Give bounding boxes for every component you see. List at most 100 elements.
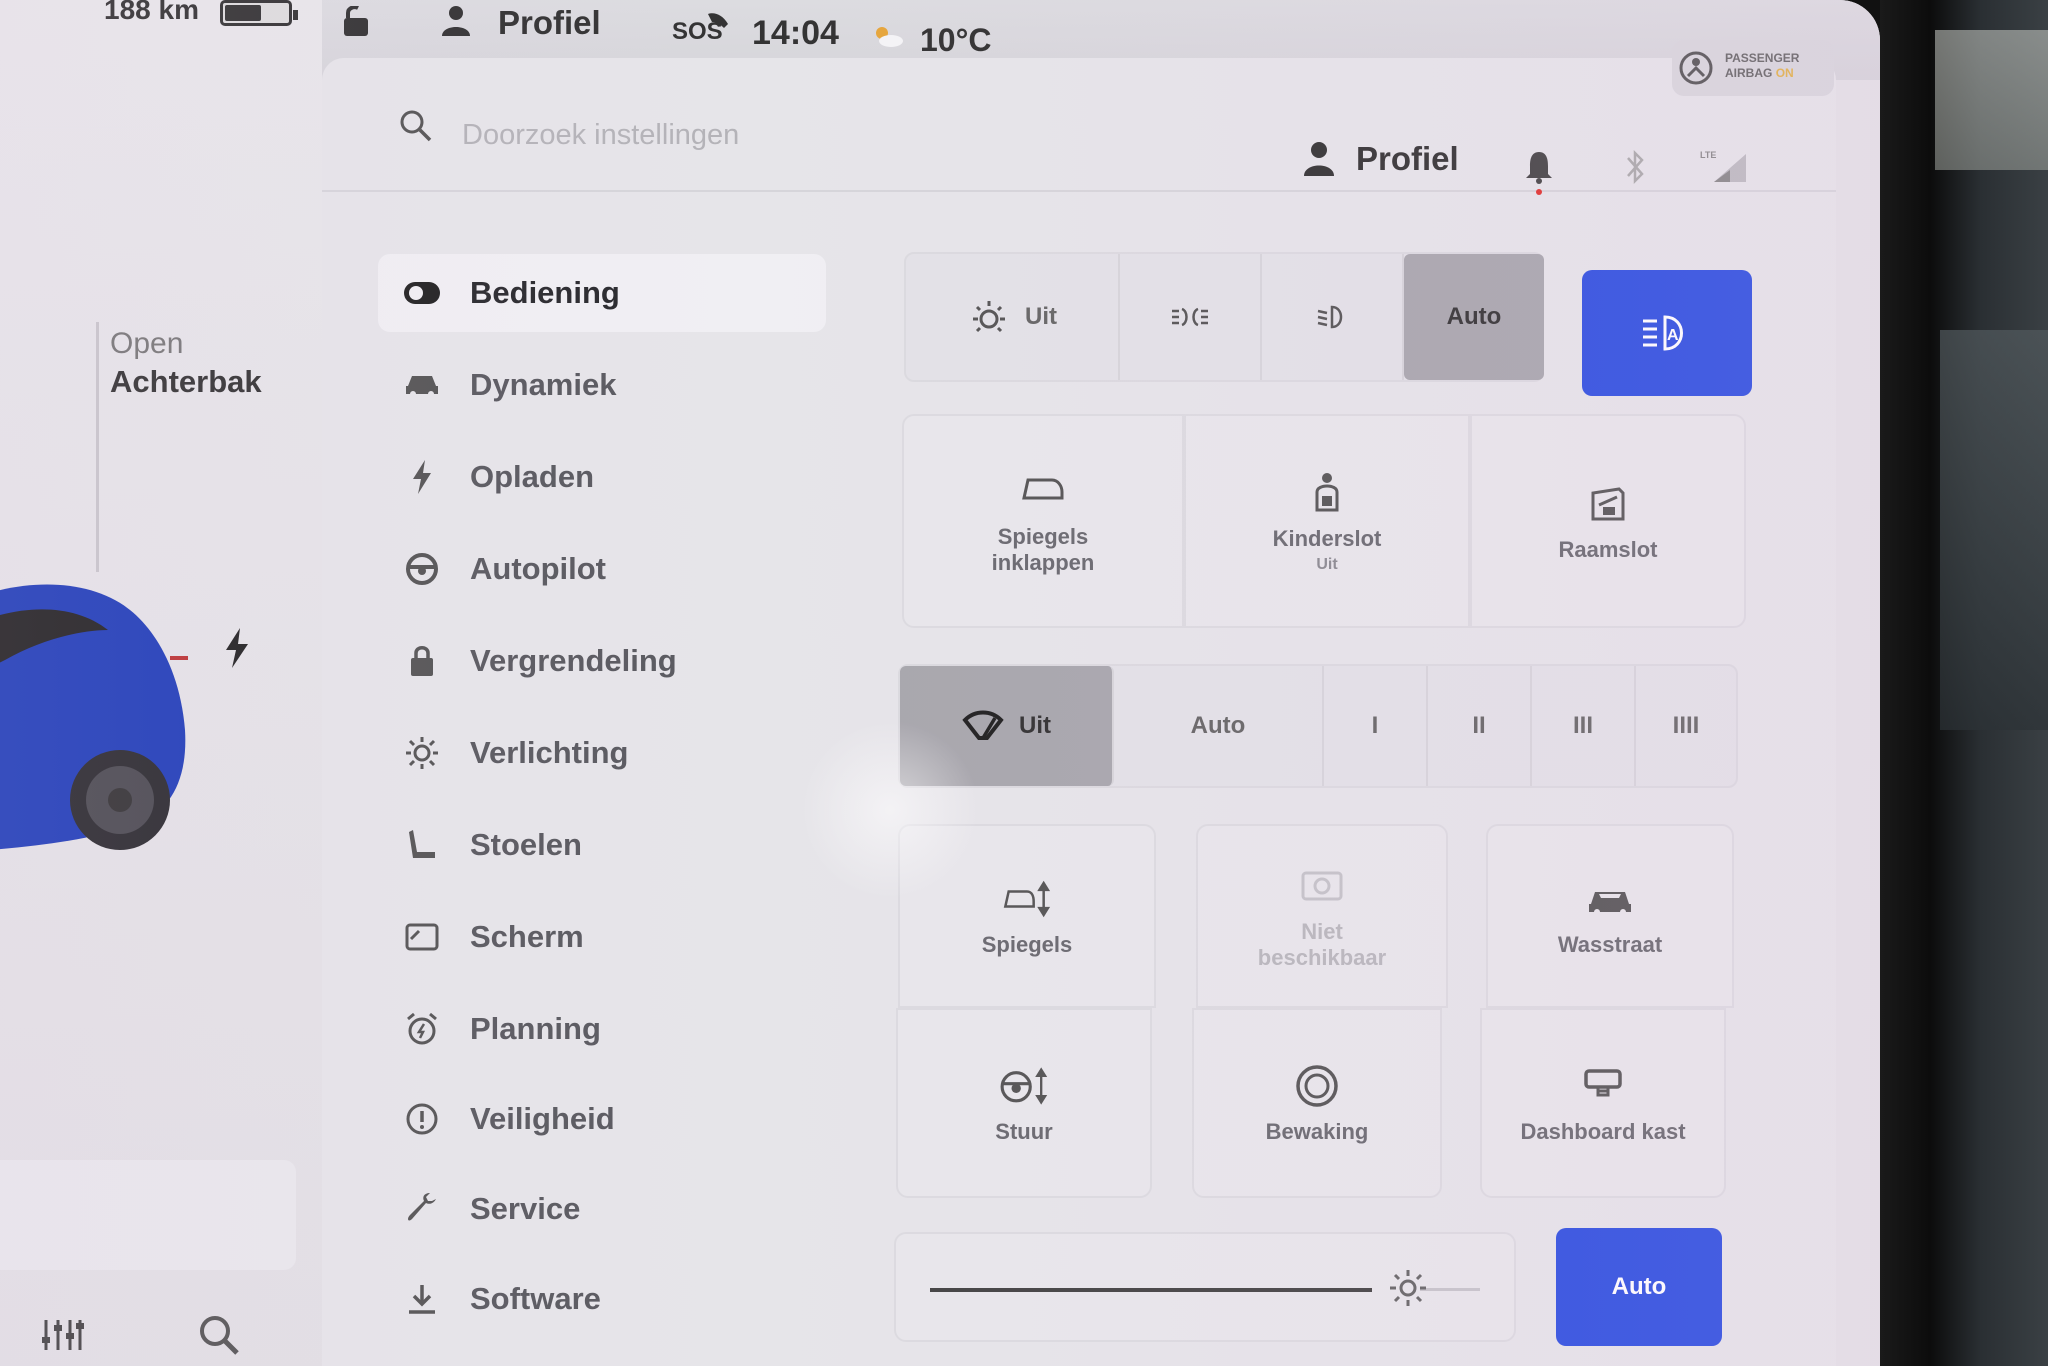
display-icon bbox=[402, 917, 442, 957]
sidebar-item-bediening[interactable]: Bediening bbox=[378, 254, 826, 332]
bluetooth-icon[interactable] bbox=[1622, 148, 1648, 186]
sidebar-item-software[interactable]: Software bbox=[378, 1260, 826, 1338]
car-interior bbox=[1940, 330, 2048, 730]
lock-icon bbox=[402, 641, 442, 681]
battery-icon bbox=[220, 0, 298, 26]
notification-bell-icon[interactable] bbox=[1524, 148, 1554, 196]
seat-icon bbox=[402, 825, 442, 865]
car-render[interactable] bbox=[0, 560, 200, 860]
steering-adjust-tile[interactable]: Stuur bbox=[896, 1008, 1152, 1198]
parking-lights-icon bbox=[1172, 307, 1208, 327]
sidebar-item-dynamiek[interactable]: Dynamiek bbox=[378, 346, 826, 424]
sidebar-item-stoelen[interactable]: Stoelen bbox=[378, 806, 826, 884]
low-beam-icon bbox=[1317, 305, 1343, 329]
lte-signal-icon: LTE bbox=[1700, 150, 1746, 182]
wiper-speed-4-label: IIII bbox=[1672, 712, 1700, 739]
dashcam-tile: Niet beschikbaar bbox=[1196, 824, 1448, 1008]
open-trunk-button[interactable]: Open Achterbak bbox=[110, 325, 262, 401]
clock: 14:04 bbox=[752, 14, 839, 52]
sidebar-item-autopilot[interactable]: Autopilot bbox=[378, 530, 826, 608]
car-icon bbox=[402, 365, 442, 405]
open-trunk-label-2: Achterbak bbox=[110, 364, 262, 399]
sidebar-item-label: Autopilot bbox=[470, 551, 607, 586]
auto-high-beam-icon: A bbox=[1643, 315, 1683, 351]
brightness-slider-remaining[interactable] bbox=[1420, 1288, 1480, 1291]
search-icon[interactable] bbox=[198, 1314, 240, 1356]
open-trunk-label-1: Open bbox=[110, 327, 184, 360]
profile-label[interactable]: Profiel bbox=[1356, 140, 1459, 178]
auto-high-beam-button[interactable]: A bbox=[1582, 270, 1752, 396]
sentry-mode-label: Bewaking bbox=[1265, 1119, 1369, 1144]
child-lock-label: Kinderslot bbox=[1272, 526, 1382, 551]
glovebox-tile[interactable]: Dashboard kast bbox=[1480, 1008, 1726, 1198]
sidebar-item-veiligheid[interactable]: Veiligheid bbox=[378, 1080, 826, 1158]
sidebar-item-planning[interactable]: Planning bbox=[378, 990, 826, 1068]
airbag-state: ON bbox=[1775, 66, 1794, 80]
lights-off-option[interactable]: Uit bbox=[906, 254, 1120, 380]
airbag-icon bbox=[1679, 51, 1713, 85]
steering-adjust-label: Stuur bbox=[995, 1119, 1053, 1144]
wiper-speed-3-option[interactable]: III bbox=[1532, 666, 1636, 786]
toggle-icon bbox=[402, 273, 442, 313]
brightness-icon[interactable] bbox=[1388, 1268, 1428, 1308]
sidebar-item-service[interactable]: Service bbox=[378, 1170, 826, 1248]
lights-auto-option[interactable]: Auto bbox=[1404, 254, 1544, 380]
sun-icon bbox=[402, 733, 442, 773]
sidebar-item-label: Service bbox=[470, 1191, 581, 1226]
brightness-slider[interactable] bbox=[930, 1288, 1372, 1292]
car-wash-tile[interactable]: Wasstraat bbox=[1486, 824, 1734, 1008]
car-bottom-card bbox=[0, 1160, 296, 1270]
wrench-icon bbox=[402, 1189, 442, 1229]
profile-icon[interactable] bbox=[440, 4, 472, 36]
brightness-auto-button[interactable]: Auto bbox=[1556, 1228, 1722, 1346]
equalizer-icon[interactable] bbox=[40, 1316, 84, 1352]
sidebar-item-label: Stoelen bbox=[470, 827, 582, 862]
partly-cloudy-icon bbox=[876, 27, 903, 47]
trunk-divider bbox=[96, 322, 99, 572]
mirror-fold-icon bbox=[1022, 478, 1064, 500]
bolt-icon bbox=[402, 457, 442, 497]
phone-icon bbox=[708, 13, 728, 28]
child-lock-tile[interactable]: Kinderslot Uit bbox=[1184, 414, 1470, 628]
sidebar-item-label: Vergrendeling bbox=[470, 643, 677, 678]
wiper-off-label: Uit bbox=[1019, 712, 1051, 739]
sentry-mode-tile[interactable]: Bewaking bbox=[1192, 1008, 1442, 1198]
wiper-speed-2-label: II bbox=[1472, 712, 1486, 739]
mirrors-adjust-label: Spiegels bbox=[981, 932, 1073, 957]
wiper-speed-4-option[interactable]: IIII bbox=[1636, 666, 1736, 786]
sidebar-item-label: Software bbox=[470, 1281, 601, 1316]
mirrors-adjust-tile[interactable]: Spiegels bbox=[898, 824, 1156, 1008]
sidebar-item-label: Verlichting bbox=[470, 735, 629, 770]
fold-mirrors-tile[interactable]: Spiegels inklappen bbox=[902, 414, 1184, 628]
wiper-speed-1-option[interactable]: I bbox=[1324, 666, 1428, 786]
unlocked-icon[interactable] bbox=[340, 6, 374, 36]
low-beam-option[interactable] bbox=[1262, 254, 1404, 380]
search-icon[interactable] bbox=[398, 108, 432, 142]
alert-circle-icon bbox=[402, 1099, 442, 1139]
mirror-adjust-icon bbox=[1003, 880, 1051, 918]
wiper-speed-2-option[interactable]: II bbox=[1428, 666, 1532, 786]
car-wash-label: Wasstraat bbox=[1557, 932, 1663, 957]
sidebar-item-scherm[interactable]: Scherm bbox=[378, 898, 826, 976]
parking-lights-option[interactable] bbox=[1120, 254, 1262, 380]
brightness-auto-label: Auto bbox=[1611, 1273, 1667, 1300]
window-lock-tile[interactable]: Raamslot bbox=[1470, 414, 1746, 628]
airbag-line-2: AIRBAG bbox=[1725, 66, 1773, 80]
glovebox-icon bbox=[1584, 1069, 1622, 1097]
profile-icon[interactable] bbox=[1302, 140, 1336, 176]
charge-port-icon[interactable] bbox=[222, 628, 252, 668]
profile-top-label[interactable]: Profiel bbox=[498, 4, 601, 42]
settings-search-input[interactable] bbox=[462, 110, 1062, 160]
range-readout: 188 km bbox=[104, 0, 199, 25]
wiper-auto-option[interactable]: Auto bbox=[1114, 666, 1324, 786]
sidebar-item-label: Dynamiek bbox=[470, 367, 617, 402]
lights-auto-label: Auto bbox=[1446, 303, 1502, 330]
sidebar-item-verlichting[interactable]: Verlichting bbox=[378, 714, 826, 792]
sidebar-item-opladen[interactable]: Opladen bbox=[378, 438, 826, 516]
header-divider bbox=[322, 190, 1836, 192]
outside-temperature: 10°C bbox=[920, 22, 992, 58]
child-lock-icon bbox=[1315, 473, 1339, 512]
wiper-selector: Uit Auto I II III IIII bbox=[898, 664, 1738, 788]
wiper-off-option[interactable]: Uit bbox=[900, 666, 1114, 786]
sidebar-item-vergrendeling[interactable]: Vergrendeling bbox=[378, 622, 826, 700]
